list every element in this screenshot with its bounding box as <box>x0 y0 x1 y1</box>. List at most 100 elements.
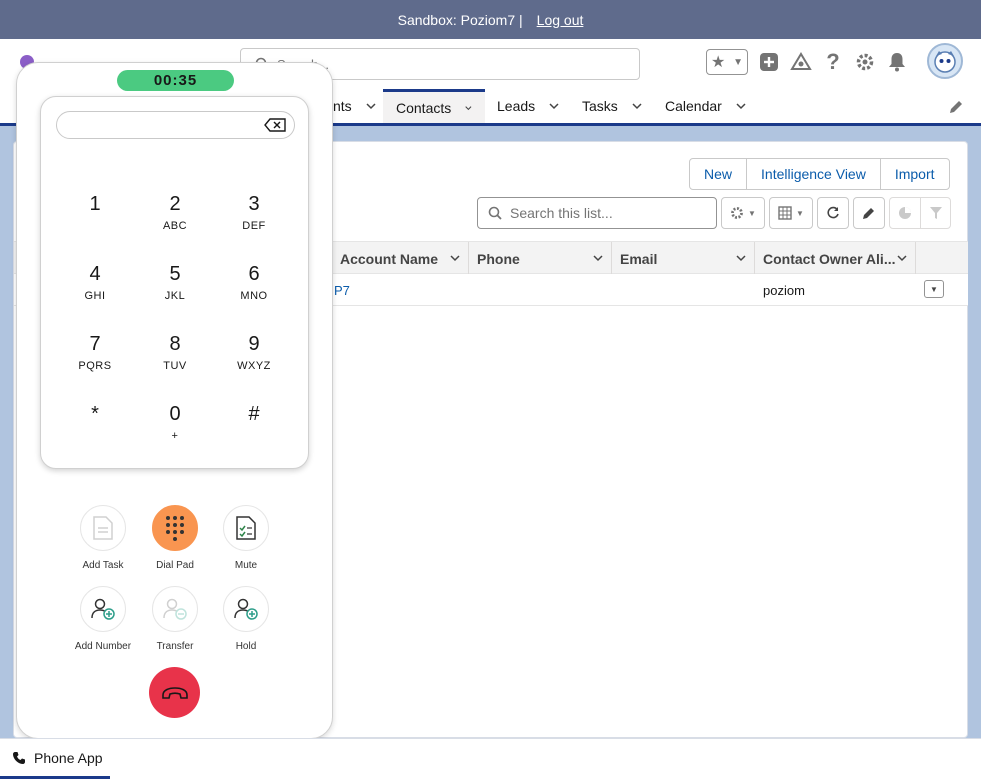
chevron-down-icon: ▼ <box>748 208 756 218</box>
global-actions-icon[interactable] <box>758 51 780 73</box>
call-timer: 00:35 <box>117 70 234 91</box>
import-button[interactable]: Import <box>879 159 949 189</box>
nav-item-label: Calendar <box>665 98 722 114</box>
filter-icon[interactable] <box>929 206 943 220</box>
dial-key-4[interactable]: 4 GHI <box>65 262 125 318</box>
nav-item-label: Tasks <box>582 98 618 114</box>
add-person-icon <box>91 598 115 620</box>
chart-filter-group <box>889 197 951 229</box>
nav-item-contacts[interactable]: Contacts <box>383 89 485 123</box>
pencil-icon <box>863 208 874 219</box>
dial-key-5[interactable]: 5 JKL <box>145 262 205 318</box>
dial-key-0[interactable]: 0 + <box>145 402 205 458</box>
sandbox-bar: Sandbox: Poziom7 | Log out <box>0 0 981 39</box>
action-label: Dial Pad <box>156 560 194 571</box>
transfer-person-icon <box>163 598 187 620</box>
mute-button[interactable]: Mute <box>206 505 286 571</box>
nav-item-accounts[interactable]: nts <box>333 89 376 123</box>
task-document-icon <box>93 516 113 540</box>
backspace-icon[interactable] <box>264 118 286 132</box>
dial-key-1[interactable]: 1 <box>65 192 125 248</box>
add-task-button[interactable]: Add Task <box>63 505 143 571</box>
key-letters: + <box>171 430 179 442</box>
header-icons: ★ ▼ ? <box>706 49 908 75</box>
logout-link[interactable]: Log out <box>537 12 584 28</box>
nav-item-tasks[interactable]: Tasks <box>582 89 642 123</box>
chevron-down-icon[interactable] <box>632 101 642 111</box>
chevron-down-icon[interactable] <box>897 253 907 263</box>
chevron-down-icon[interactable] <box>736 253 746 263</box>
user-avatar[interactable] <box>927 43 963 79</box>
transfer-circle[interactable] <box>152 586 198 632</box>
phone-app-tab[interactable]: Phone App <box>0 739 110 779</box>
notification-bell-icon[interactable] <box>886 51 908 73</box>
chevron-down-icon[interactable] <box>366 101 376 111</box>
chevron-down-icon[interactable] <box>450 253 460 263</box>
dial-pad-button[interactable]: Dial Pad <box>135 505 215 571</box>
add-number-button[interactable]: Add Number <box>63 586 143 652</box>
dial-key-star[interactable]: * <box>65 402 125 458</box>
add-number-circle[interactable] <box>80 586 126 632</box>
new-button[interactable]: New <box>690 159 746 189</box>
action-label: Add Number <box>74 641 132 652</box>
key-letters: MNO <box>240 290 268 302</box>
key-letters: TUV <box>163 360 187 372</box>
nav-item-label: Contacts <box>396 99 452 116</box>
dial-key-3[interactable]: 3 DEF <box>224 192 284 248</box>
action-label: Hold <box>235 641 257 652</box>
action-label: Mute <box>234 560 258 571</box>
dialpad-icon <box>166 516 184 541</box>
cell-account-name[interactable]: P7 <box>334 274 350 306</box>
display-as-button[interactable]: ▼ <box>769 197 813 229</box>
chevron-down-icon[interactable] <box>736 101 746 111</box>
key-number: 0 <box>169 403 181 425</box>
key-letters: GHI <box>84 290 106 302</box>
nav-item-label: Leads <box>497 98 536 114</box>
dial-key-7[interactable]: 7 PQRS <box>65 332 125 388</box>
hold-person-icon <box>234 598 258 620</box>
favorites-button[interactable]: ★ ▼ <box>706 49 748 75</box>
list-search-input[interactable]: Search this list... <box>477 197 717 229</box>
mute-circle[interactable] <box>223 505 269 551</box>
refresh-button[interactable] <box>817 197 849 229</box>
key-letters: WXYZ <box>237 360 271 372</box>
row-actions-button[interactable]: ▼ <box>924 280 944 298</box>
chevron-down-icon[interactable] <box>465 103 472 113</box>
dial-key-9[interactable]: 9 WXYZ <box>224 332 284 388</box>
add-task-circle[interactable] <box>80 505 126 551</box>
phone-widget: 00:35 1 2 ABC 3 DEF 4 GHI 5 JKL 6 MNO 7 PQRS 8… <box>16 62 333 739</box>
column-header-contact-owner-alias[interactable]: Contact Owner Ali... <box>755 242 916 275</box>
dial-key-6[interactable]: 6 MNO <box>224 262 284 318</box>
key-letters: PQRS <box>78 360 112 372</box>
hold-circle[interactable] <box>223 586 269 632</box>
dial-number-input[interactable] <box>56 111 295 139</box>
hang-up-button[interactable] <box>149 667 200 718</box>
column-header-email[interactable]: Email <box>612 242 755 275</box>
edit-nav-pencil-icon[interactable] <box>948 99 964 115</box>
hold-button[interactable]: Hold <box>206 586 286 652</box>
list-settings-button[interactable]: ▼ <box>721 197 765 229</box>
key-number: # <box>248 403 260 425</box>
dial-key-8[interactable]: 8 TUV <box>145 332 205 388</box>
column-header-account-name[interactable]: Account Name <box>334 242 469 275</box>
chevron-down-icon[interactable] <box>593 253 603 263</box>
nav-item-label: nts <box>333 98 352 114</box>
trailhead-icon[interactable] <box>790 51 812 73</box>
inline-edit-button[interactable] <box>853 197 885 229</box>
gear-icon[interactable] <box>854 51 876 73</box>
nav-item-leads[interactable]: Leads <box>497 89 559 123</box>
gear-icon <box>731 207 743 219</box>
chevron-down-icon[interactable] <box>549 101 559 111</box>
column-header-phone[interactable]: Phone <box>469 242 612 275</box>
chart-icon[interactable] <box>898 206 912 220</box>
dial-key-2[interactable]: 2 ABC <box>145 192 205 248</box>
dial-pad-circle[interactable] <box>152 505 198 551</box>
nav-item-calendar[interactable]: Calendar <box>665 89 746 123</box>
key-number: 5 <box>169 263 181 285</box>
intelligence-view-button[interactable]: Intelligence View <box>746 159 880 189</box>
chevron-down-icon: ▼ <box>796 208 804 218</box>
dial-key-hash[interactable]: # <box>224 402 284 458</box>
transfer-button[interactable]: Transfer <box>135 586 215 652</box>
help-icon[interactable]: ? <box>822 49 844 74</box>
search-icon <box>488 206 502 220</box>
